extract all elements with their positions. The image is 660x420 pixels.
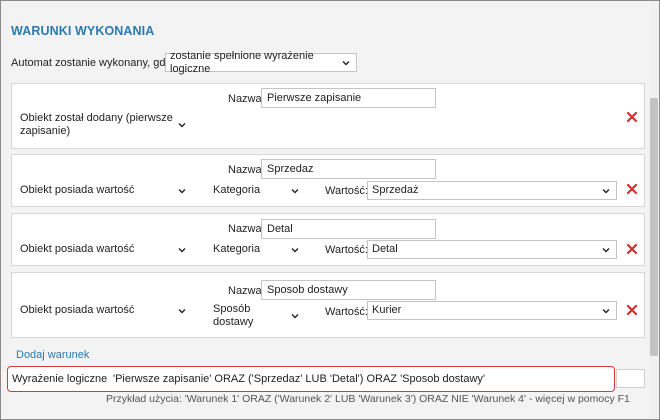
- chevron-down-icon: [602, 247, 610, 252]
- condition-card-1: Nazwa: Pierwsze zapisanie Obiekt został …: [11, 83, 645, 149]
- expression-side-field[interactable]: [616, 369, 645, 388]
- logical-expression-row: Wyrażenie logiczne: 'Pierwsze zapisanie'…: [7, 366, 615, 392]
- condition-3-value-label: Wartość:: [325, 244, 368, 256]
- condition-3-attribute-value: Kategoria: [213, 243, 261, 255]
- condition-4-value-select[interactable]: Kurier: [367, 301, 617, 320]
- add-condition-link[interactable]: Dodaj warunek: [16, 349, 89, 361]
- condition-3-value-select[interactable]: Detal: [367, 240, 617, 259]
- logical-expression-value: 'Pierwsze zapisanie' ORAZ ('Sprzedaz' LU…: [113, 372, 485, 385]
- logical-expression-label: Wyrażenie logiczne:: [12, 373, 111, 385]
- condition-3-name-input[interactable]: Detal: [261, 219, 436, 239]
- logical-expression-input[interactable]: 'Pierwsze zapisanie' ORAZ ('Sprzedaz' LU…: [108, 369, 613, 388]
- condition-4-attribute-value: Sposób dostawy: [213, 303, 253, 329]
- scrollbar-thumb[interactable]: [650, 98, 658, 356]
- chevron-down-icon: [291, 314, 299, 319]
- condition-3-value: Detal: [372, 243, 398, 255]
- chevron-down-icon: [178, 188, 186, 193]
- condition-2-attribute-value: Kategoria: [213, 184, 261, 196]
- trigger-select[interactable]: zostanie spełnione wyrażenie logiczne: [165, 50, 357, 75]
- condition-4-value: Kurier: [372, 304, 402, 316]
- condition-2-value: Sprzedaż: [372, 184, 419, 196]
- condition-1-name-input[interactable]: Pierwsze zapisanie: [261, 88, 436, 108]
- chevron-down-icon: [178, 247, 186, 252]
- condition-2-value-label: Wartość:: [325, 185, 368, 197]
- condition-2-type-value: Obiekt posiada wartość: [20, 184, 135, 196]
- condition-3-type-value: Obiekt posiada wartość: [20, 243, 135, 255]
- condition-4-value-label: Wartość:: [325, 306, 368, 318]
- condition-4-attribute-line2: dostawy: [213, 316, 254, 328]
- condition-2-name-label: Nazwa:: [228, 164, 265, 176]
- condition-card-4: Nazwa: Sposob dostawy Obiekt posiada war…: [11, 272, 645, 338]
- condition-4-attribute-select[interactable]: Sposób dostawy: [208, 300, 306, 332]
- chevron-down-icon: [291, 247, 299, 252]
- condition-3-type-select[interactable]: Obiekt posiada wartość: [15, 240, 193, 259]
- condition-2-name-value: Sprzedaz: [267, 163, 314, 175]
- condition-3-delete-close-icon[interactable]: [626, 243, 638, 255]
- condition-1-name-label: Nazwa:: [228, 93, 265, 105]
- condition-4-name-input[interactable]: Sposob dostawy: [261, 280, 436, 300]
- condition-1-name-value: Pierwsze zapisanie: [267, 92, 362, 104]
- condition-4-type-value: Obiekt posiada wartość: [20, 304, 135, 316]
- condition-2-attribute-select[interactable]: Kategoria: [208, 181, 306, 200]
- condition-card-2: Nazwa: Sprzedaz Obiekt posiada wartość K…: [11, 154, 645, 207]
- condition-2-delete-close-icon[interactable]: [626, 183, 638, 195]
- chevron-down-icon: [602, 308, 610, 313]
- condition-1-type-line1: Obiekt został dodany (pierwsze: [20, 112, 173, 124]
- condition-4-attribute-line1: Sposób: [213, 303, 251, 315]
- condition-3-name-label: Nazwa:: [228, 223, 265, 235]
- condition-2-value-select[interactable]: Sprzedaż: [367, 181, 617, 200]
- section-title: WARUNKI WYKONANIA: [11, 24, 155, 38]
- condition-2-type-select[interactable]: Obiekt posiada wartość: [15, 181, 193, 200]
- chevron-down-icon: [178, 123, 186, 128]
- usage-hint: Przykład użycia: 'Warunek 1' ORAZ ('Waru…: [106, 393, 630, 405]
- condition-4-type-select[interactable]: Obiekt posiada wartość: [15, 301, 193, 320]
- chevron-down-icon: [602, 188, 610, 193]
- condition-1-type-line2: zapisanie): [20, 125, 71, 137]
- condition-3-attribute-select[interactable]: Kategoria: [208, 240, 306, 259]
- condition-card-3: Nazwa: Detal Obiekt posiada wartość Kate…: [11, 213, 645, 266]
- condition-3-name-value: Detal: [267, 223, 293, 235]
- condition-1-delete-close-icon[interactable]: [626, 111, 638, 123]
- chevron-down-icon: [291, 188, 299, 193]
- condition-2-name-input[interactable]: Sprzedaz: [261, 159, 436, 179]
- chevron-down-icon: [342, 60, 350, 65]
- condition-1-type-select[interactable]: Obiekt został dodany (pierwsze zapisanie…: [15, 109, 193, 141]
- condition-4-delete-close-icon[interactable]: [626, 304, 638, 316]
- trigger-select-value: zostanie spełnione wyrażenie logiczne: [170, 49, 314, 75]
- trigger-label: Automat zostanie wykonany, gdy: [11, 57, 171, 69]
- condition-4-name-value: Sposob dostawy: [267, 284, 348, 296]
- condition-4-name-label: Nazwa:: [228, 285, 265, 297]
- condition-1-type-value: Obiekt został dodany (pierwsze zapisanie…: [20, 112, 173, 138]
- chevron-down-icon: [178, 308, 186, 313]
